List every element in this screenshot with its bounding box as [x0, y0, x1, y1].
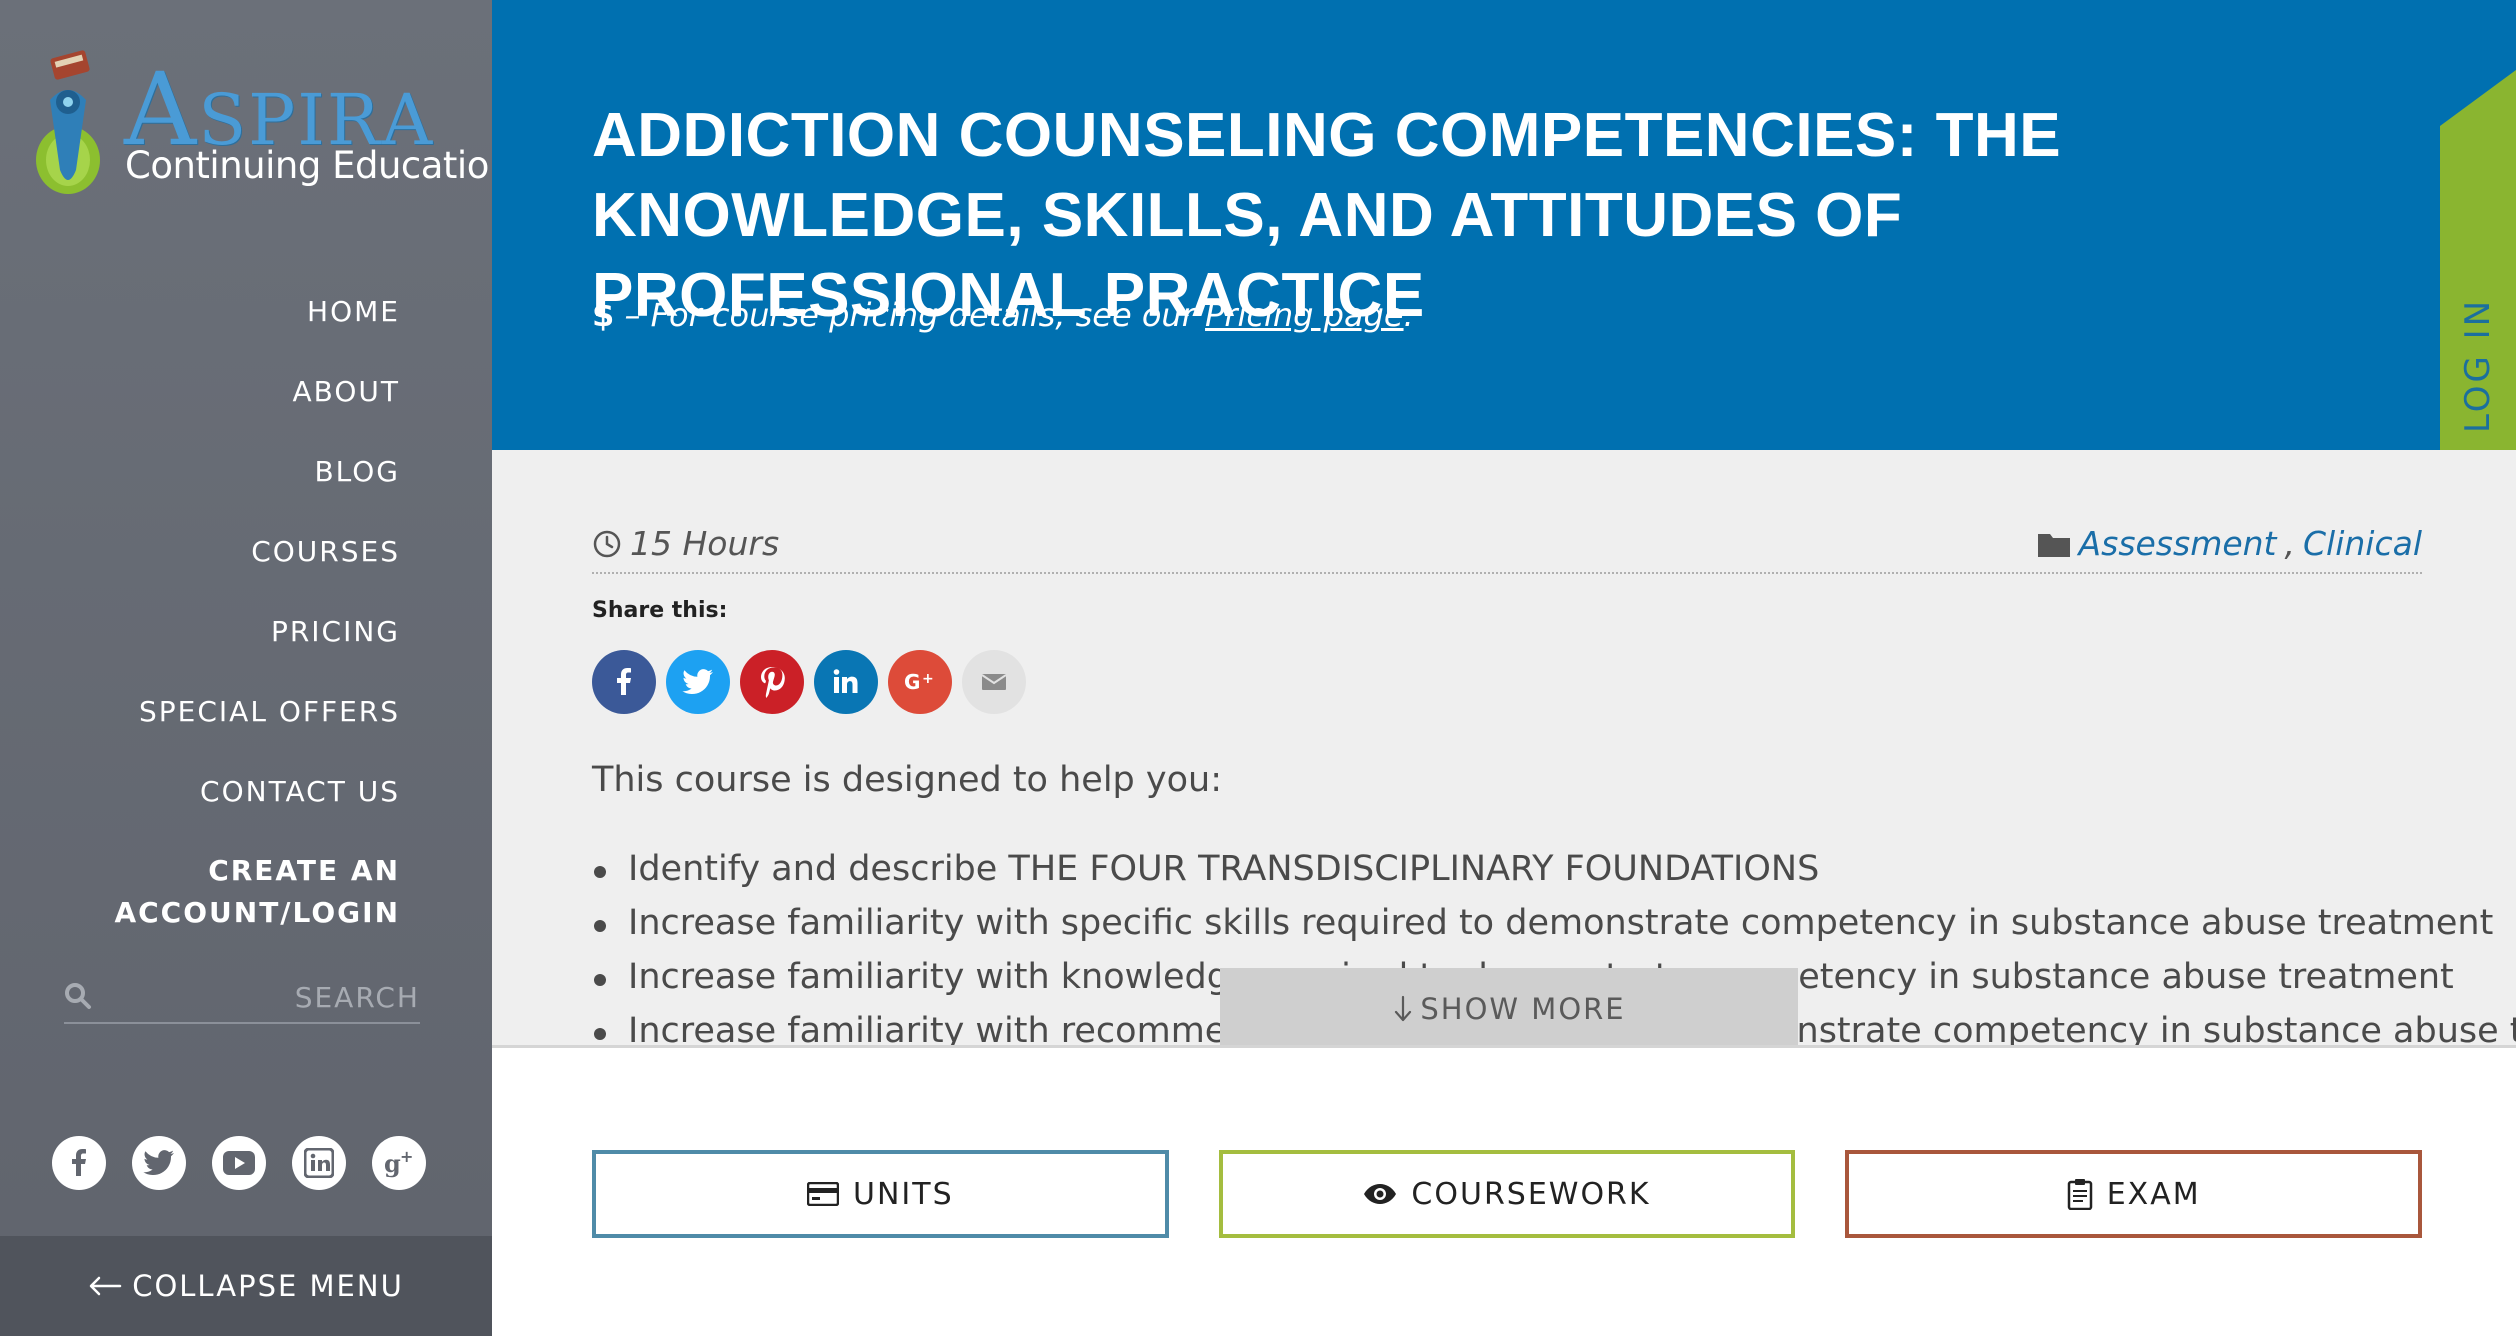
google-plus-icon: G +: [904, 670, 934, 694]
login-label: LOG IN: [2458, 297, 2498, 433]
nav-courses[interactable]: COURSES: [114, 530, 400, 610]
category-separator: ,: [2284, 524, 2296, 563]
pinterest-icon: [761, 667, 785, 698]
pricing-symbol: $: [592, 296, 615, 334]
course-meta: 15 Hours Assessment, Clinical: [592, 518, 2422, 574]
svg-text:+: +: [922, 671, 934, 687]
share-pinterest-button[interactable]: [740, 650, 804, 714]
share-twitter-button[interactable]: [666, 650, 730, 714]
nav-contact-us[interactable]: CONTACT US: [114, 770, 400, 850]
svg-text:g: g: [384, 1149, 401, 1178]
show-more-button[interactable]: SHOW MORE: [1220, 968, 1798, 1045]
share-facebook-button[interactable]: [592, 650, 656, 714]
linkedin-icon: [833, 669, 858, 693]
arrow-left-icon: [89, 1276, 122, 1296]
nav-about[interactable]: ABOUT: [114, 370, 400, 450]
exam-button[interactable]: EXAM: [1845, 1150, 2423, 1238]
course-intro: This course is designed to help you:: [592, 760, 1222, 800]
sidebar-search: [64, 974, 420, 1024]
twitter-icon: [682, 669, 713, 695]
arrow-down-icon: [1395, 995, 1412, 1022]
pricing-note: $ – For course pricing details, see our …: [592, 296, 1414, 334]
sidebar: Aspira Continuing Education HOME ABOUT B…: [0, 0, 512, 1336]
course-tabs: UNITS COURSEWORK EXAM: [592, 1150, 2423, 1238]
eye-icon: [1364, 1184, 1397, 1204]
collapse-menu-label: COLLAPSE MENU: [132, 1269, 404, 1303]
category-clinical-link[interactable]: Clinical: [2303, 524, 2422, 563]
search-input[interactable]: [104, 974, 420, 1020]
course-categories: Assessment, Clinical: [2037, 524, 2422, 563]
category-assessment-link[interactable]: Assessment: [2079, 524, 2277, 563]
nav-pricing[interactable]: PRICING: [114, 610, 400, 690]
card-icon: [807, 1182, 840, 1206]
folder-icon: [2037, 533, 2070, 557]
twitter-icon[interactable]: [132, 1136, 186, 1190]
course-hours: 15 Hours: [592, 524, 779, 563]
logo-mark-icon: [36, 50, 100, 194]
nav-account-line1: CREATE AN: [208, 854, 400, 887]
main-nav: HOME ABOUT BLOG COURSES PRICING SPECIAL …: [114, 290, 400, 940]
pricing-text: – For course pricing details, see our: [614, 296, 1206, 334]
show-more-label: SHOW MORE: [1420, 992, 1626, 1026]
nav-blog[interactable]: BLOG: [114, 450, 400, 530]
nav-special-offers[interactable]: SPECIAL OFFERS: [114, 690, 400, 770]
pricing-end: .: [1403, 296, 1414, 334]
youtube-icon[interactable]: [212, 1136, 266, 1190]
facebook-icon[interactable]: [52, 1136, 106, 1190]
linkedin-icon[interactable]: [292, 1136, 346, 1190]
course-header: ADDICTION COUNSELING COMPETENCIES: THE K…: [492, 0, 2516, 510]
svg-text:G: G: [904, 670, 920, 694]
sidebar-social-links: g +: [52, 1136, 426, 1190]
coursework-label: COURSEWORK: [1411, 1176, 1651, 1212]
course-content: 15 Hours Assessment, Clinical Share this:…: [492, 450, 2516, 1048]
objective-item: Increase familiarity with specific skill…: [592, 896, 2516, 950]
logo-tagline: Continuing Education: [125, 144, 512, 187]
svg-text:+: +: [400, 1148, 413, 1166]
objective-item: Identify and describe THE FOUR TRANSDISC…: [592, 842, 2516, 896]
facebook-icon: [617, 668, 631, 695]
share-email-button[interactable]: [962, 650, 1026, 714]
clipboard-icon: [2067, 1179, 2092, 1210]
share-label: Share this:: [592, 598, 728, 623]
google-plus-icon[interactable]: g +: [372, 1136, 426, 1190]
login-tab[interactable]: LOG IN: [2440, 70, 2516, 510]
pricing-page-link[interactable]: Pricing page: [1205, 296, 1404, 334]
email-icon: [981, 674, 1007, 690]
search-icon[interactable]: [64, 982, 92, 1010]
share-linkedin-button[interactable]: [814, 650, 878, 714]
hours-text: 15 Hours: [630, 524, 780, 563]
coursework-button[interactable]: COURSEWORK: [1218, 1150, 1796, 1238]
share-buttons: G +: [592, 650, 1026, 714]
nav-create-account-login[interactable]: CREATE AN ACCOUNT/LOGIN: [114, 850, 400, 940]
exam-label: EXAM: [2106, 1176, 2201, 1212]
share-google-plus-button[interactable]: G +: [888, 650, 952, 714]
units-button[interactable]: UNITS: [592, 1150, 1169, 1238]
collapse-menu-button[interactable]: COLLAPSE MENU: [0, 1236, 492, 1336]
nav-account-line2: ACCOUNT/LOGIN: [114, 896, 400, 929]
clock-icon: [593, 530, 621, 557]
nav-home[interactable]: HOME: [114, 290, 400, 370]
logo[interactable]: Aspira Continuing Education: [28, 40, 512, 200]
units-label: UNITS: [853, 1176, 954, 1212]
